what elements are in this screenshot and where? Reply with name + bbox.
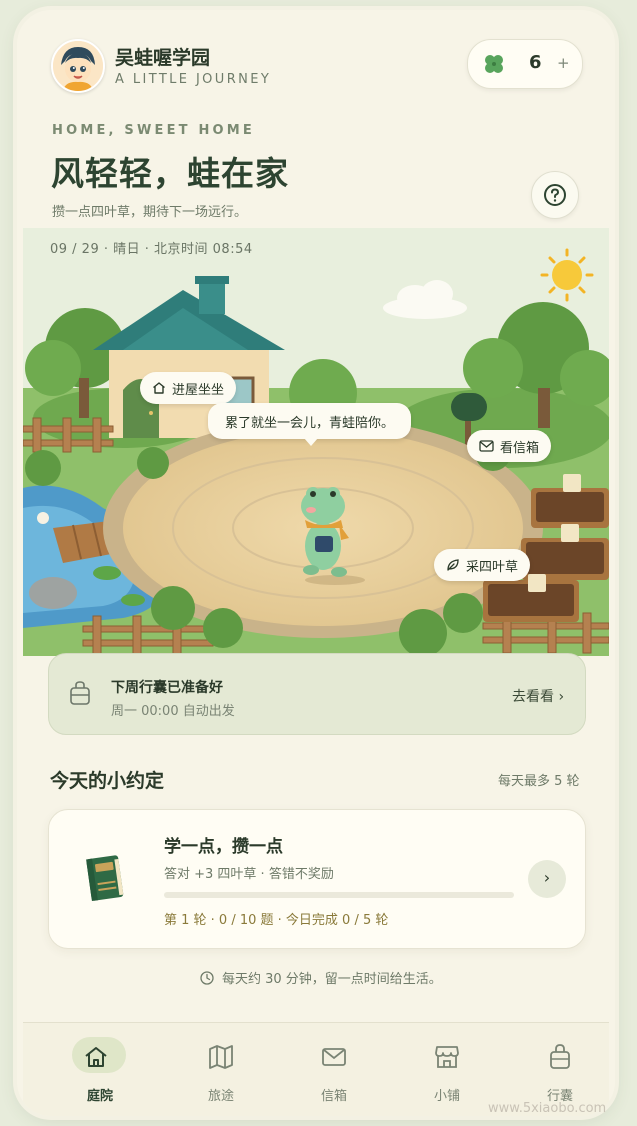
page-title: 风轻轻，蛙在家 (51, 154, 289, 193)
trip-title: 下周行囊已准备好 (111, 680, 223, 696)
task-progress-text: 第 1 轮 · 0 / 10 题 · 今日完成 0 / 5 轮 (164, 913, 389, 928)
section-title: 今天的小约定 (50, 770, 165, 792)
task-title: 学一点，攒一点 (164, 837, 283, 857)
book-icon (83, 853, 127, 909)
tab-label: 旅途 (207, 1089, 234, 1104)
hero-tagline: 攒一点四叶草，期待下一场远行。 (52, 205, 248, 220)
daily-limit-note: 每天最多 5 轮 (498, 774, 580, 789)
shop-icon (435, 1046, 459, 1068)
mailbox-button[interactable]: 看信箱 (467, 430, 552, 462)
footnote-text: 每天约 30 分钟，留一点时间给生活。 (222, 972, 442, 987)
app-subtitle: A LITTLE JOURNEY (115, 72, 272, 87)
leaf-icon (447, 559, 459, 571)
pick-clover-label: 采四叶草 (466, 559, 519, 575)
home-icon (153, 382, 165, 394)
bag-icon (69, 680, 91, 710)
enter-house-button[interactable]: 进屋坐坐 (140, 372, 237, 404)
trip-ready-card[interactable]: 下周行囊已准备好 周一 00:00 自动出发 去看看 › (48, 653, 586, 735)
start-task-button[interactable]: › (528, 860, 566, 898)
bag-icon (550, 1044, 570, 1069)
mailbox-label: 看信箱 (500, 440, 540, 456)
clock-icon (200, 970, 214, 985)
header: 吴蛙喔学园 A LITTLE JOURNEY 6 + (17, 10, 615, 120)
tab-bag[interactable]: 行囊 (520, 1037, 600, 1104)
trip-view-link[interactable]: 去看看 › (512, 686, 564, 706)
footnote: 每天约 30 分钟，留一点时间给生活。 (200, 968, 442, 987)
hero-kicker: HOME, SWEET HOME (52, 123, 256, 138)
app-screen: 吴蛙喔学园 A LITTLE JOURNEY 6 + HOME, SWEET H… (17, 10, 615, 1116)
tab-shop[interactable]: 小铺 (407, 1037, 487, 1104)
frog-speech-bubble: 累了就坐一会儿，青蛙陪你。 (208, 403, 411, 446)
tab-label: 庭院 (86, 1089, 113, 1104)
clover-icon (482, 52, 506, 80)
clover-count: 6 (529, 52, 542, 73)
mail-icon (479, 440, 494, 452)
tab-label: 信箱 (320, 1089, 347, 1104)
home-icon (85, 1047, 107, 1067)
task-subtitle: 答对 +3 四叶草 · 答错不奖励 (164, 867, 334, 882)
mail-icon (322, 1048, 346, 1066)
trip-subtitle: 周一 00:00 自动出发 (111, 704, 235, 719)
add-clover-button[interactable]: + (557, 54, 570, 72)
tab-journey[interactable]: 旅途 (181, 1037, 261, 1104)
tab-mailbox[interactable]: 信箱 (294, 1037, 374, 1104)
app-title: 吴蛙喔学园 (115, 47, 211, 69)
map-icon (209, 1045, 233, 1069)
task-progress-bar (164, 892, 514, 898)
frog-speech-text: 累了就坐一会儿，青蛙陪你。 (224, 415, 394, 431)
enter-house-label: 进屋坐坐 (172, 382, 225, 398)
clover-balance[interactable]: 6 + (467, 39, 583, 89)
date-weather-line: 09 / 29 · 晴日 · 北京时间 08:54 (50, 242, 253, 257)
daily-task-card[interactable]: 学一点，攒一点 答对 +3 四叶草 · 答错不奖励 第 1 轮 · 0 / 10… (48, 809, 586, 949)
help-button[interactable] (531, 171, 579, 219)
pick-clover-button[interactable]: 采四叶草 (434, 549, 531, 581)
help-icon (544, 184, 566, 206)
avatar[interactable] (51, 39, 105, 93)
tab-label: 小铺 (433, 1089, 460, 1104)
tab-yard[interactable]: 庭院 (70, 1037, 150, 1104)
watermark: www.5xiaobo.com (488, 1101, 607, 1116)
